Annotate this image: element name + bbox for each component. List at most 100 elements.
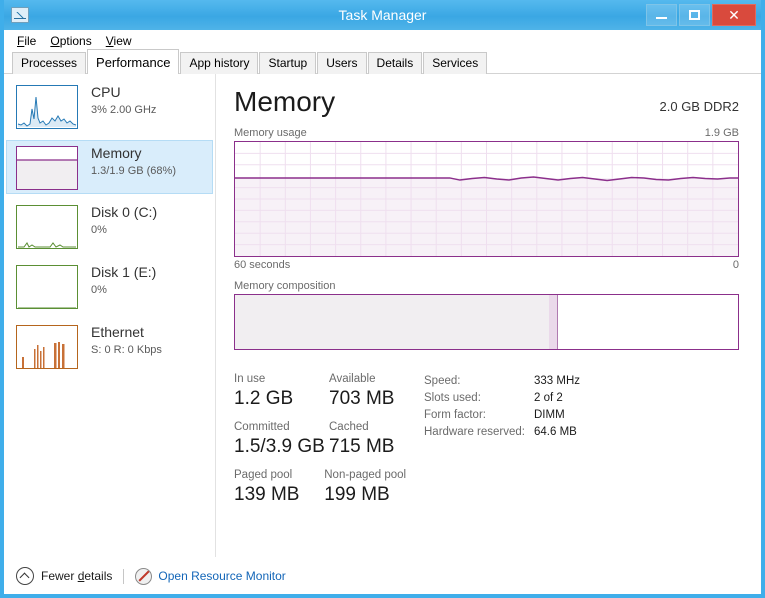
memory-hardware-summary: 2.0 GB DDR2 (660, 99, 739, 114)
fewer-details-button[interactable]: Fewer details (16, 567, 112, 585)
stat-row-in-use-available: In use 1.2 GB Available 703 MB (234, 372, 424, 411)
sidebar-item-cpu-title: CPU (91, 83, 156, 102)
info-speed-value: 333 MHz (534, 373, 580, 390)
stat-cached: Cached 715 MB (329, 420, 424, 459)
memory-usage-graph (234, 141, 739, 257)
memory-composition-caption: Memory composition (234, 280, 739, 292)
stat-cached-label: Cached (329, 420, 424, 435)
sidebar-item-ethernet-subtitle: S: 0 R: 0 Kbps (91, 343, 162, 358)
sidebar-item-cpu[interactable]: CPU 3% 2.00 GHz (6, 80, 213, 134)
menu-item-file[interactable]: File (12, 32, 45, 50)
composition-modified-segment (549, 295, 558, 349)
stat-in-use: In use 1.2 GB (234, 372, 329, 411)
open-resource-monitor-link[interactable]: Open Resource Monitor (135, 568, 285, 585)
maximize-icon (689, 10, 700, 20)
tab-strip: Processes Performance App history Startu… (4, 52, 761, 74)
sidebar-item-disk-1-labels: Disk 1 (E:) 0% (91, 263, 156, 298)
menu-item-view[interactable]: View (101, 32, 141, 50)
info-form-factor-value: DIMM (534, 407, 565, 424)
footer-divider (123, 569, 124, 584)
info-slots-used-label: Slots used: (424, 390, 534, 407)
memory-composition-label: Memory composition (234, 280, 335, 292)
close-icon: ✕ (713, 5, 755, 25)
sidebar-item-memory-subtitle: 1.3/1.9 GB (68%) (91, 164, 176, 179)
panel-header: Memory 2.0 GB DDR2 (234, 86, 739, 118)
info-form-factor-label: Form factor: (424, 407, 534, 424)
stat-in-use-value: 1.2 GB (234, 387, 329, 411)
info-row-form-factor: Form factor: DIMM (424, 407, 580, 424)
axis-label-right: 0 (733, 259, 739, 271)
memory-thumbnail-graph (16, 146, 78, 190)
disk-1-thumbnail-graph (16, 265, 78, 309)
memory-statistics: In use 1.2 GB Available 703 MB Committed… (234, 372, 739, 516)
tab-performance[interactable]: Performance (87, 49, 179, 74)
sidebar-item-memory-title: Memory (91, 144, 176, 163)
memory-usage-caption: Memory usage 1.9 GB (234, 127, 739, 139)
status-bar: Fewer details Open Resource Monitor (4, 557, 761, 594)
tab-details[interactable]: Details (368, 52, 423, 74)
disk-0-thumbnail-graph (16, 205, 78, 249)
minimize-button[interactable] (646, 4, 677, 26)
chevron-up-icon (16, 567, 34, 585)
sidebar-item-cpu-subtitle: 3% 2.00 GHz (91, 103, 156, 118)
sidebar-item-disk-1-subtitle: 0% (91, 283, 156, 298)
tab-services[interactable]: Services (423, 52, 487, 74)
stat-paged-pool-label: Paged pool (234, 468, 324, 483)
stat-committed-label: Committed (234, 420, 329, 435)
maximize-button[interactable] (679, 4, 710, 26)
stat-committed: Committed 1.5/3.9 GB (234, 420, 329, 459)
sidebar-item-disk-0-labels: Disk 0 (C:) 0% (91, 203, 157, 238)
resource-sidebar: CPU 3% 2.00 GHz Memory 1.3/1.9 GB (68%) (4, 74, 216, 557)
tab-users[interactable]: Users (317, 52, 366, 74)
sidebar-item-disk-0-title: Disk 0 (C:) (91, 203, 157, 222)
stat-in-use-label: In use (234, 372, 329, 387)
stat-row-committed-cached: Committed 1.5/3.9 GB Cached 715 MB (234, 420, 424, 459)
info-row-speed: Speed: 333 MHz (424, 373, 580, 390)
memory-usage-max: 1.9 GB (705, 127, 739, 139)
memory-usage-axis: 60 seconds 0 (234, 259, 739, 271)
sidebar-item-ethernet[interactable]: Ethernet S: 0 R: 0 Kbps (6, 320, 213, 374)
menu-item-options[interactable]: Options (45, 32, 100, 50)
memory-composition-graph[interactable] (234, 294, 739, 350)
ethernet-thumbnail-graph (16, 325, 78, 369)
memory-detail-panel: Memory 2.0 GB DDR2 Memory usage 1.9 GB (216, 74, 761, 557)
resource-monitor-icon (135, 568, 152, 585)
close-button[interactable]: ✕ (712, 4, 756, 26)
composition-in-use-segment (235, 295, 550, 349)
sidebar-item-disk-1-title: Disk 1 (E:) (91, 263, 156, 282)
sidebar-item-memory-labels: Memory 1.3/1.9 GB (68%) (91, 144, 176, 179)
sidebar-item-cpu-labels: CPU 3% 2.00 GHz (91, 83, 156, 118)
info-row-hardware-reserved: Hardware reserved: 64.6 MB (424, 424, 580, 441)
tab-startup[interactable]: Startup (259, 52, 316, 74)
title-bar: Task Manager ✕ (4, 0, 761, 30)
info-row-slots-used: Slots used: 2 of 2 (424, 390, 580, 407)
stat-row-pools: Paged pool 139 MB Non-paged pool 199 MB (234, 468, 424, 507)
open-resource-monitor-label: Open Resource Monitor (158, 569, 285, 583)
stat-paged-pool: Paged pool 139 MB (234, 468, 324, 507)
info-hardware-reserved-value: 64.6 MB (534, 424, 577, 441)
memory-stats-primary: In use 1.2 GB Available 703 MB Committed… (234, 372, 424, 516)
sidebar-item-ethernet-labels: Ethernet S: 0 R: 0 Kbps (91, 323, 162, 358)
cpu-thumbnail-graph (16, 85, 78, 129)
window-controls: ✕ (644, 4, 756, 26)
tab-processes[interactable]: Processes (12, 52, 86, 74)
info-slots-used-value: 2 of 2 (534, 390, 563, 407)
stat-available: Available 703 MB (329, 372, 424, 411)
stat-non-paged-pool-value: 199 MB (324, 483, 424, 507)
task-manager-window: Task Manager ✕ File Options View Process… (0, 0, 765, 598)
tab-app-history[interactable]: App history (180, 52, 258, 74)
task-manager-icon (11, 7, 29, 23)
sidebar-item-disk-0-subtitle: 0% (91, 223, 157, 238)
stat-cached-value: 715 MB (329, 435, 424, 459)
content-area: CPU 3% 2.00 GHz Memory 1.3/1.9 GB (68%) (4, 74, 761, 557)
stat-non-paged-pool-label: Non-paged pool (324, 468, 424, 483)
stat-paged-pool-value: 139 MB (234, 483, 324, 507)
info-hardware-reserved-label: Hardware reserved: (424, 424, 534, 441)
fewer-details-label: Fewer details (41, 569, 112, 583)
sidebar-item-disk-0[interactable]: Disk 0 (C:) 0% (6, 200, 213, 254)
memory-usage-label: Memory usage (234, 127, 307, 139)
sidebar-item-ethernet-title: Ethernet (91, 323, 162, 342)
sidebar-item-disk-1[interactable]: Disk 1 (E:) 0% (6, 260, 213, 314)
sidebar-item-memory[interactable]: Memory 1.3/1.9 GB (68%) (6, 140, 213, 194)
stat-available-value: 703 MB (329, 387, 424, 411)
